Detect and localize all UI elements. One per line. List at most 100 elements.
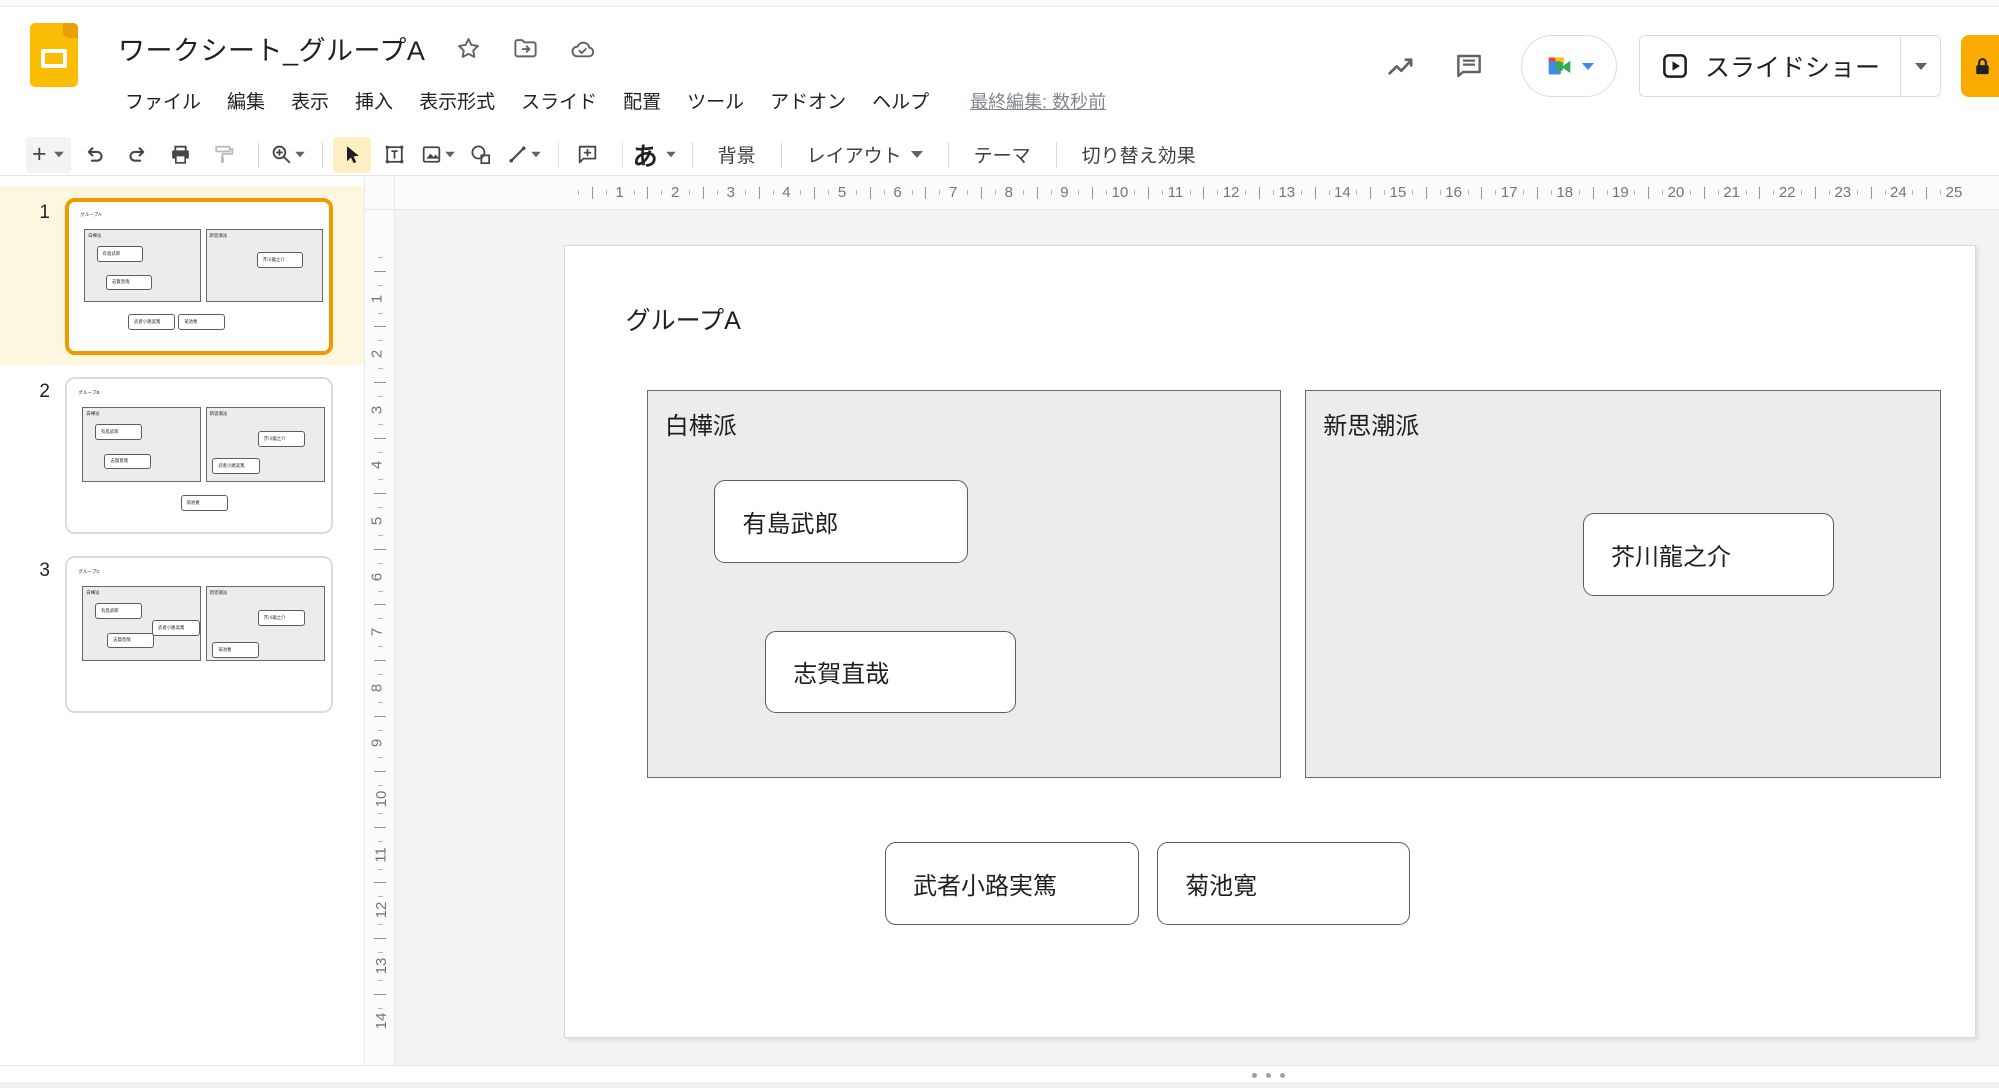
name-box[interactable]: 有島武郎 [714, 480, 968, 563]
slide-thumbnail-row-2[interactable]: 2グループB白樺派新思潮派有島武郎志賀直哉芥川龍之介武者小路実篤菊池寛 [0, 365, 364, 544]
shape-tool-button[interactable] [462, 137, 500, 173]
menu-item-10[interactable]: ヘルプ [859, 88, 942, 117]
slideshow-label: スライドショー [1705, 48, 1880, 84]
ruler-tick [378, 424, 383, 425]
meet-dropdown-caret[interactable] [1582, 63, 1594, 70]
zoom-button[interactable] [269, 137, 307, 173]
name-box[interactable]: 菊池寛 [1157, 842, 1409, 925]
last-edit-status[interactable]: 最終編集: 数秒前 [970, 88, 1106, 114]
slide-thumbnail-row-1[interactable]: 1グループA白樺派新思潮派有島武郎志賀直哉芥川龍之介武者小路実篤菊池寛 [0, 186, 364, 365]
ruler-tick [1773, 190, 1774, 195]
star-icon[interactable] [455, 35, 482, 62]
ruler-tick [374, 716, 386, 717]
ruler-tick [1426, 187, 1427, 199]
insert-comment-button[interactable] [569, 137, 607, 173]
name-box[interactable]: 志賀直哉 [765, 631, 1016, 712]
menu-item-6[interactable]: スライド [508, 88, 610, 117]
v-ruler-number: 8 [369, 684, 386, 692]
ruler-tick [378, 535, 383, 536]
h-ruler-number: 6 [893, 184, 901, 201]
ruler-tick [912, 190, 913, 195]
background-button[interactable]: 背景 [703, 137, 771, 173]
comment-history-icon[interactable] [1453, 50, 1485, 82]
move-folder-icon[interactable] [512, 35, 539, 62]
ruler-tick [1301, 190, 1302, 195]
group-box: 白樺派 [82, 407, 201, 482]
menu-item-9[interactable]: アドオン [757, 88, 859, 117]
slide-canvas-page[interactable]: グループA白樺派新思潮派有島武郎志賀直哉芥川龍之介武者小路実篤菊池寛 [564, 245, 1976, 1038]
line-tool-button[interactable] [505, 137, 543, 173]
cloud-saved-icon[interactable] [569, 35, 596, 62]
activity-dashboard-icon[interactable] [1385, 50, 1417, 82]
document-title[interactable]: ワークシート_グループA [118, 29, 425, 68]
slide-thumbnail-3[interactable]: グループC白樺派新思潮派有島武郎武者小路実篤志賀直哉芥川龍之介菊池寛 [65, 556, 333, 713]
name-box: 有島武郎 [95, 424, 143, 440]
menu-item-1[interactable]: ファイル [112, 88, 214, 117]
h-ruler-number: 18 [1556, 184, 1573, 201]
h-ruler-number: 4 [782, 184, 790, 201]
slide-thumbnail-1[interactable]: グループA白樺派新思潮派有島武郎志賀直哉芥川龍之介武者小路実篤菊池寛 [65, 198, 333, 355]
share-button[interactable] [1961, 35, 1999, 97]
layout-button[interactable]: レイアウト [792, 137, 938, 173]
h-ruler-number: 7 [949, 184, 957, 201]
menu-item-7[interactable]: 配置 [610, 88, 674, 117]
name-box: 有島武郎 [95, 603, 143, 619]
ruler-corner [365, 176, 395, 210]
ruler-tick [378, 896, 383, 897]
group-box[interactable]: 白樺派 [647, 390, 1282, 778]
ruler-tick [1648, 187, 1649, 199]
transition-button[interactable]: 切り替え効果 [1067, 137, 1211, 173]
name-box: 武者小路実篤 [152, 620, 200, 636]
v-ruler-number: 14 [373, 1013, 390, 1030]
image-dropdown-caret[interactable] [445, 152, 455, 158]
ruler-tick [1329, 190, 1330, 195]
ruler-tick [717, 190, 718, 195]
menu-item-3[interactable]: 表示 [278, 88, 342, 117]
toolbar: + あ 背景 レイアウト テーマ [0, 134, 1999, 176]
ruler-tick [378, 340, 383, 341]
menu-item-5[interactable]: 表示形式 [406, 88, 508, 117]
meet-button[interactable] [1521, 35, 1617, 97]
slideshow-button[interactable]: スライドショー [1639, 35, 1941, 97]
ruler-tick [1370, 187, 1371, 199]
undo-button[interactable] [76, 137, 114, 173]
zoom-dropdown-caret[interactable] [295, 152, 305, 158]
menu-item-2[interactable]: 編集 [214, 88, 278, 117]
ruler-tick [378, 674, 383, 675]
line-dropdown-caret[interactable] [531, 152, 541, 158]
new-slide-button[interactable]: + [26, 137, 71, 173]
print-button[interactable] [162, 137, 200, 173]
ruler-tick [378, 452, 383, 453]
paint-format-button[interactable] [205, 137, 243, 173]
name-box[interactable]: 芥川龍之介 [1583, 513, 1834, 596]
slide-thumbnail-row-3[interactable]: 3グループC白樺派新思潮派有島武郎武者小路実篤志賀直哉芥川龍之介菊池寛 [0, 544, 364, 723]
ruler-tick [378, 924, 383, 925]
slide-title-text[interactable]: グループA [626, 301, 741, 337]
name-box: 菊池寛 [181, 495, 228, 511]
ruler-tick [374, 493, 386, 494]
ruler-tick [378, 730, 383, 731]
slides-logo-icon[interactable] [30, 23, 78, 87]
group-box-label: 新思潮派 [210, 411, 228, 417]
v-ruler-number: 6 [369, 572, 386, 580]
ruler-tick [884, 190, 885, 195]
select-tool-button[interactable] [333, 137, 371, 173]
input-tools-button[interactable]: あ [633, 137, 677, 173]
h-ruler-number: 1 [615, 184, 623, 201]
menu-item-4[interactable]: 挿入 [342, 88, 406, 117]
name-box[interactable]: 武者小路実篤 [885, 842, 1139, 925]
text-box-button[interactable] [376, 137, 414, 173]
ruler-tick [1023, 190, 1024, 195]
slide-thumbnail-2[interactable]: グループB白樺派新思潮派有島武郎志賀直哉芥川龍之介武者小路実篤菊池寛 [65, 377, 333, 534]
horizontal-ruler[interactable]: 1234567891011121314151617181920212223242… [395, 176, 1999, 210]
menu-item-8[interactable]: ツール [674, 88, 757, 117]
slideshow-options-caret[interactable] [1900, 35, 1940, 97]
ruler-tick [374, 604, 386, 605]
h-ruler-number: 15 [1390, 184, 1407, 201]
ruler-tick [378, 757, 383, 758]
insert-image-button[interactable] [419, 137, 457, 173]
theme-button[interactable]: テーマ [959, 137, 1046, 173]
redo-button[interactable] [119, 137, 157, 173]
vertical-ruler[interactable]: 1234567891011121314 [365, 210, 395, 1065]
notes-drag-handle-icon[interactable] [1252, 1073, 1285, 1078]
